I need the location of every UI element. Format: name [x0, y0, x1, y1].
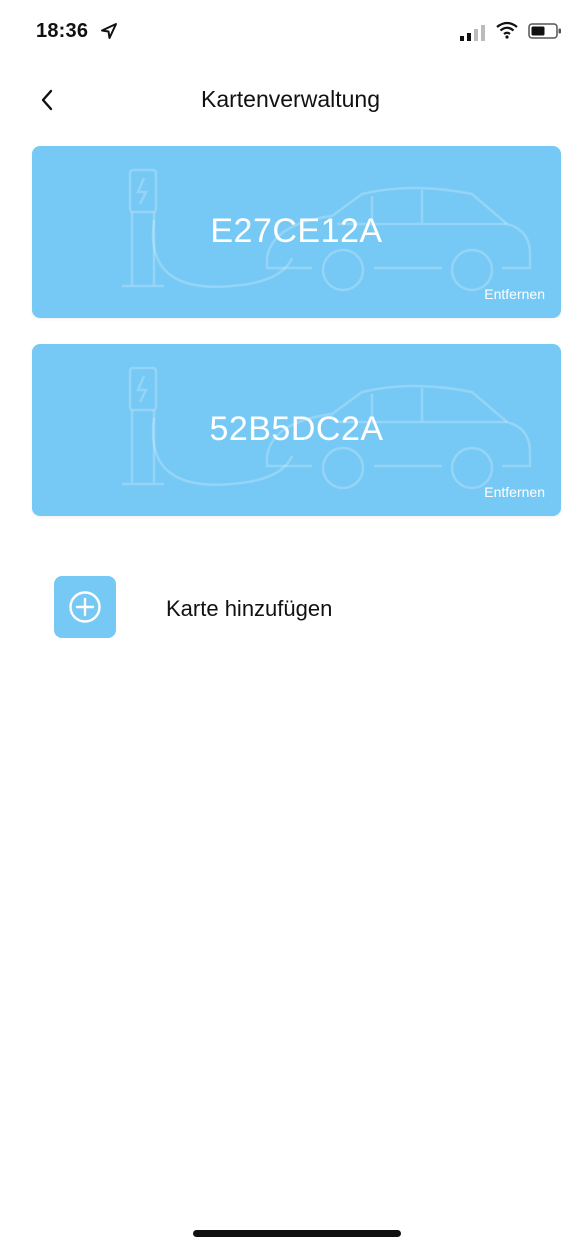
- battery-icon: [528, 23, 561, 39]
- status-bar: 18:36: [0, 0, 581, 64]
- remove-card-button[interactable]: Entfernen: [484, 484, 545, 500]
- add-card-label: Karte hinzufügen: [166, 596, 333, 621]
- page-title: Kartenverwaltung: [201, 86, 380, 112]
- card-number: E27CE12A: [210, 212, 383, 250]
- signal-icon: [460, 25, 485, 41]
- location-arrow-icon: [101, 23, 117, 39]
- add-card-button[interactable]: Karte hinzufügen: [54, 576, 534, 638]
- card-number: 52B5DC2A: [209, 410, 384, 448]
- navigation-bar: Kartenverwaltung: [0, 70, 581, 130]
- remove-card-button[interactable]: Entfernen: [484, 286, 545, 302]
- status-time: 18:36: [36, 20, 89, 42]
- add-card-icon-box: [54, 576, 116, 638]
- plus-circle-icon: [69, 591, 101, 623]
- charging-card[interactable]: E27CE12A Entfernen: [32, 146, 561, 318]
- home-indicator[interactable]: [193, 1230, 401, 1237]
- charging-card[interactable]: 52B5DC2A Entfernen: [32, 344, 561, 516]
- wifi-icon: [496, 21, 518, 39]
